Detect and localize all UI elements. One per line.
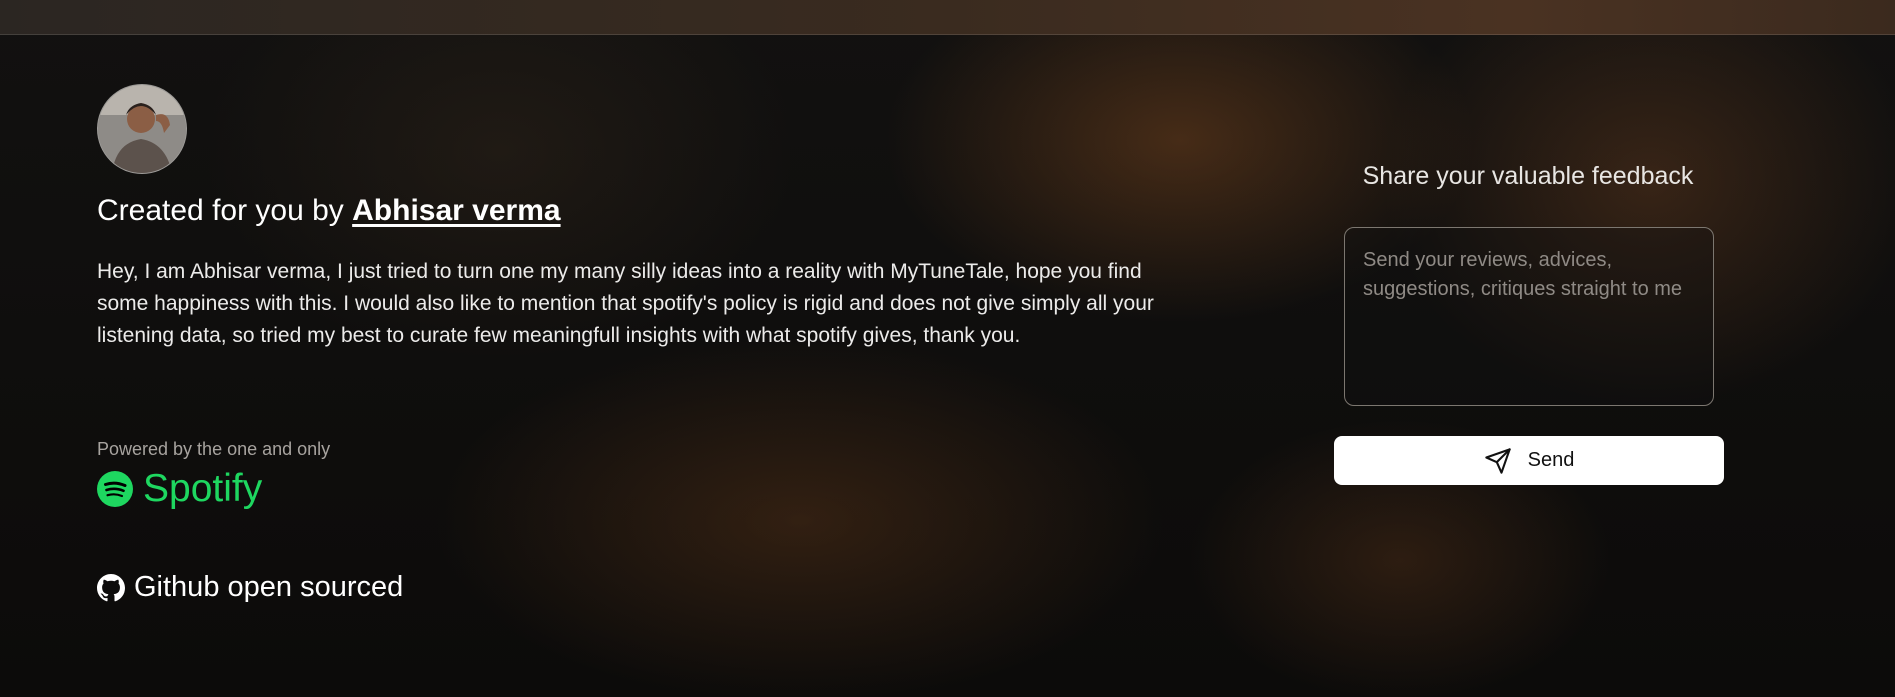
- creator-heading: Created for you by Abhisar verma: [97, 194, 561, 228]
- heading-prefix: Created for you by: [97, 194, 344, 227]
- creator-name-link[interactable]: Abhisar verma: [352, 194, 560, 227]
- send-label: Send: [1527, 449, 1575, 471]
- github-icon: [97, 573, 125, 601]
- feedback-textarea[interactable]: [1344, 227, 1714, 406]
- spotify-icon: [97, 471, 133, 507]
- avatar: [97, 84, 187, 174]
- feedback-title: Share your valuable feedback: [1362, 162, 1694, 190]
- github-link[interactable]: Github open sourced: [97, 571, 403, 604]
- send-icon: [1484, 447, 1511, 474]
- avatar-portrait: [98, 85, 186, 173]
- github-label: Github open sourced: [134, 571, 404, 603]
- top-band: [0, 0, 1895, 35]
- spotify-link[interactable]: Spotify: [97, 467, 262, 511]
- creator-bio: Hey, I am Abhisar verma, I just tried to…: [97, 260, 1154, 347]
- send-button[interactable]: Send: [1334, 436, 1724, 485]
- powered-by-label: Powered by the one and only: [97, 439, 331, 459]
- spotify-wordmark: Spotify: [143, 467, 263, 510]
